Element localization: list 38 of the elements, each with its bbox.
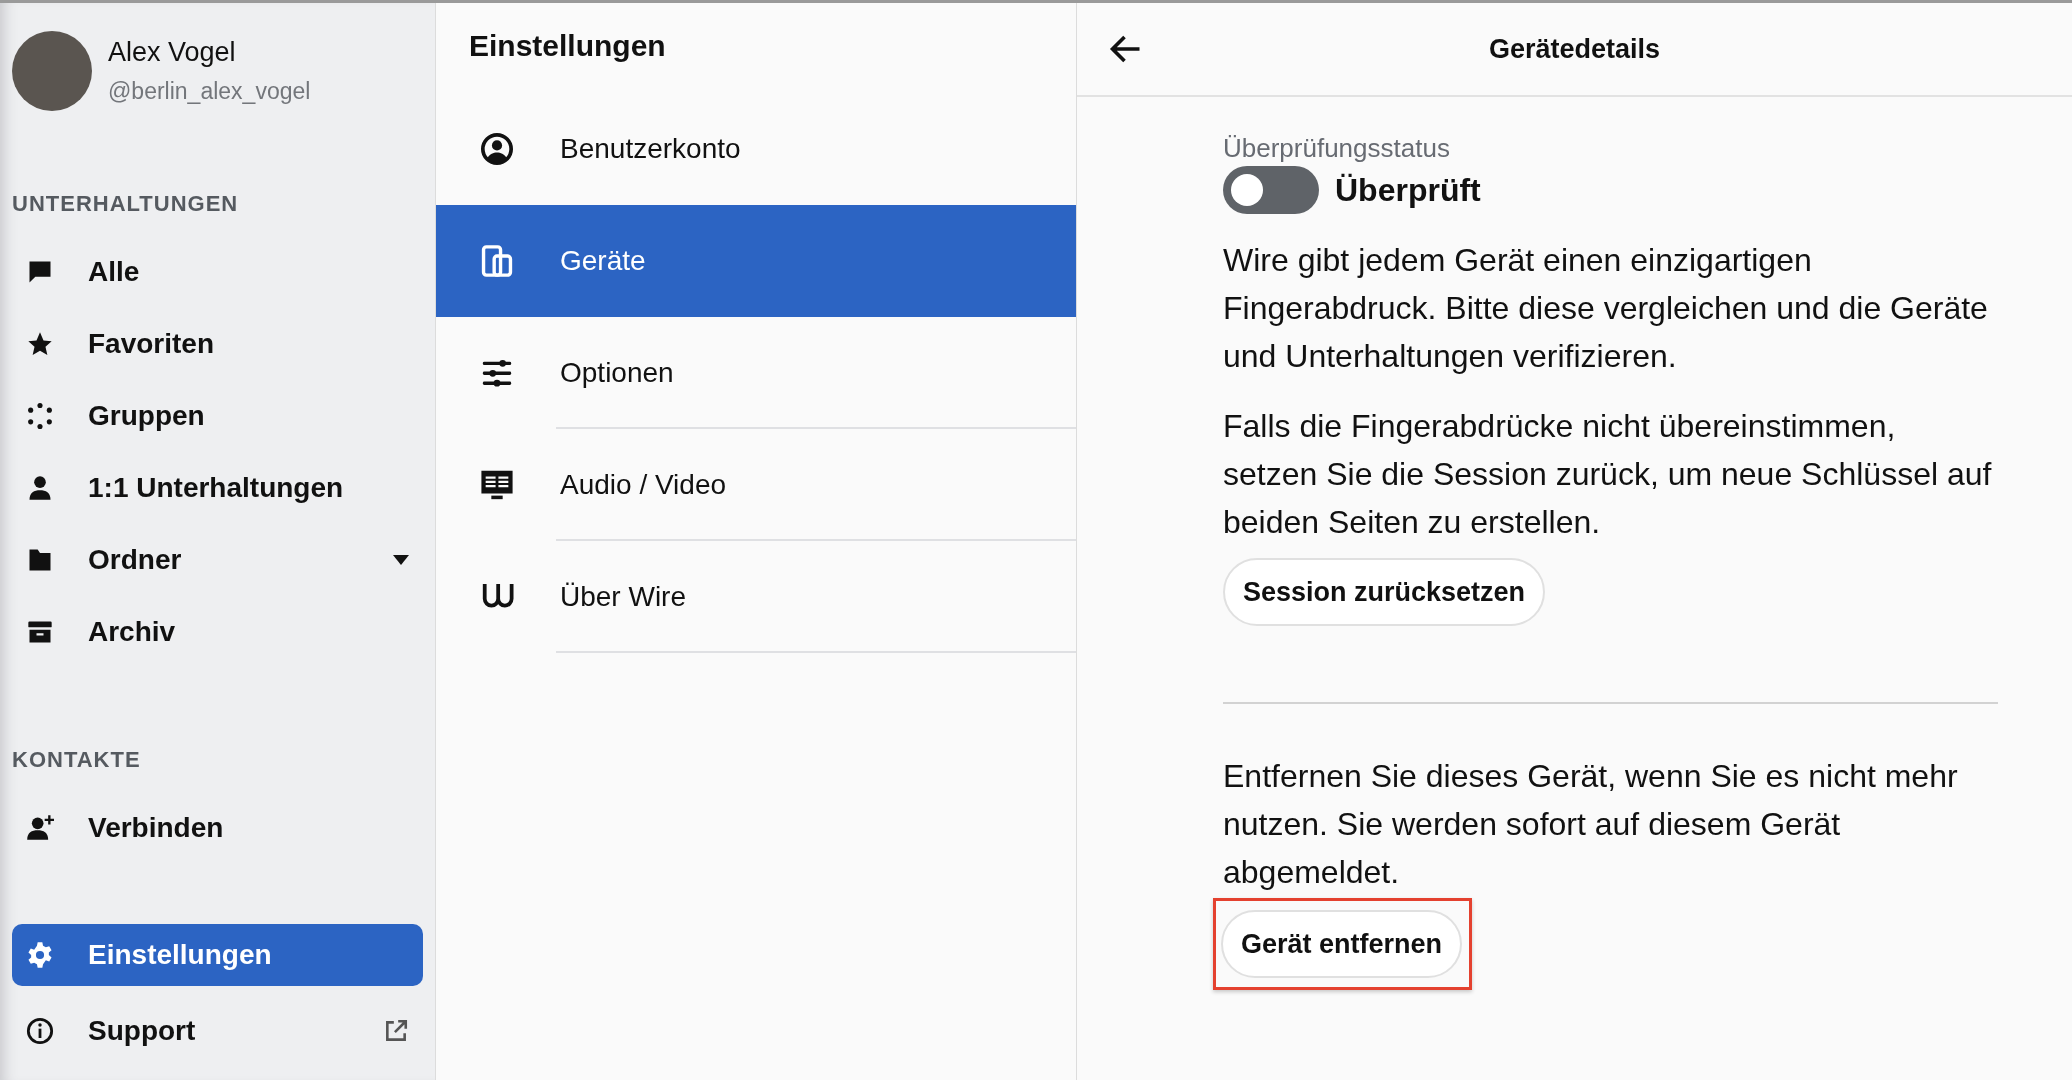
section-heading: KONTAKTE	[12, 747, 142, 773]
settings-menu-item[interactable]: Über Wire	[436, 541, 1076, 653]
panel-title: Einstellungen	[469, 29, 666, 62]
external-link-icon[interactable]	[383, 1018, 409, 1044]
user-circle-icon	[480, 132, 514, 166]
user-name: Alex Vogel	[108, 37, 237, 68]
sidebar-item[interactable]: Verbinden	[12, 797, 423, 859]
settings-menu-item[interactable]: Geräte	[436, 205, 1076, 317]
settings-menu-item[interactable]: Benutzerkonto	[436, 93, 1076, 205]
add-person-icon	[26, 814, 54, 842]
sidebar-item[interactable]: Archiv	[12, 601, 423, 663]
settings-menu-item[interactable]: Audio / Video	[436, 429, 1076, 541]
description-text: Wire gibt jedem Gerät einen einzigartigen Fingerabdruck. Bitte diese vergleichen und die Geräte und Unterhaltungen verifizieren.	[1223, 241, 1989, 376]
monitor-icon	[480, 468, 514, 502]
sidebar-item[interactable]: Gruppen	[12, 385, 423, 447]
info-icon	[26, 1017, 54, 1045]
sidebar-item[interactable]: Support	[12, 1000, 423, 1062]
action-button[interactable]: Gerät entfernen	[1221, 910, 1463, 978]
devices-icon	[480, 244, 514, 278]
toggle-switch[interactable]	[1223, 166, 1319, 214]
caret-icon[interactable]	[393, 555, 409, 565]
dots-circle-icon	[26, 402, 54, 430]
sidebar-item[interactable]: Favoriten	[12, 313, 423, 375]
sidebar-item[interactable]: Einstellungen	[12, 924, 423, 986]
sidebar-item[interactable]: Alle	[12, 241, 423, 303]
sidebar-item[interactable]: Ordner	[12, 529, 423, 591]
page-title: Gerätedetails	[1488, 33, 1661, 64]
settings-menu-item[interactable]: Optionen	[436, 317, 1076, 429]
star-icon	[26, 330, 54, 358]
description-text: Falls die Fingerabdrücke nicht übereinstimmen, setzen Sie die Session zurück, um neue Schlüssel auf beiden Seiten zu erstellen.	[1223, 407, 1993, 542]
user-handle: @berlin_alex_vogel	[108, 78, 311, 105]
toggle-label: Überprüft	[1335, 171, 1481, 209]
settings-icon	[26, 941, 54, 969]
description-text: Entfernen Sie dieses Gerät, wenn Sie es nicht mehr nutzen. Sie werden sofort auf diesem Gerät abgemeldet.	[1223, 757, 1959, 892]
status-label: Überprüfungsstatus	[1223, 133, 1451, 164]
sidebar-item[interactable]: 1:1 Unterhaltungen	[12, 457, 423, 519]
section-heading: UNTERHALTUNGEN	[12, 191, 240, 217]
action-button[interactable]: Session zurücksetzen	[1223, 558, 1546, 626]
